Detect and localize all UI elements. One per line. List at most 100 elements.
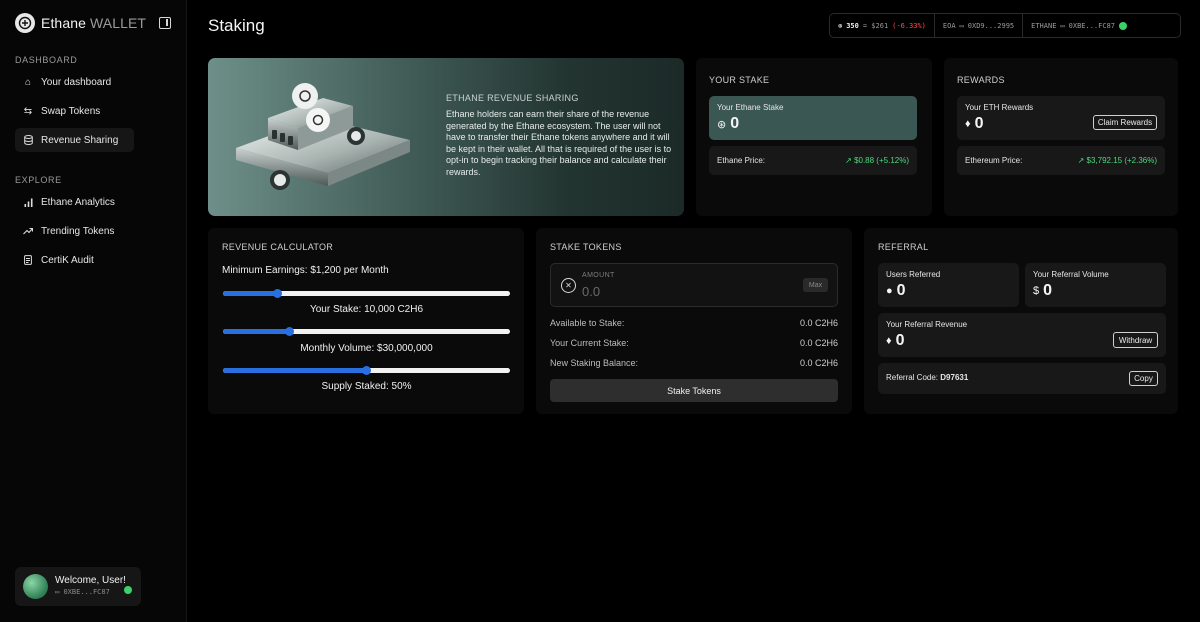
ethane-logo-icon xyxy=(15,13,35,33)
eoa-wallet-segment[interactable]: EOA ▭ 0XD9...2995 xyxy=(935,14,1024,37)
supply-staked-slider[interactable] xyxy=(223,366,510,375)
stake-tokens-title: STAKE TOKENS xyxy=(550,242,622,252)
sidebar-item-label: Trending Tokens xyxy=(41,225,115,237)
sidebar-item-trending-tokens[interactable]: Trending Tokens xyxy=(15,219,134,243)
token-price-segment[interactable]: ⊛ 350 = $261 (-6.33%) xyxy=(830,14,935,37)
token-change: (-6.33%) xyxy=(892,21,926,30)
page-title: Staking xyxy=(208,16,265,35)
hero-description: Ethane holders can earn their share of t… xyxy=(446,109,672,177)
row-label: Your Current Stake: xyxy=(550,338,629,348)
hero-title: ETHANE REVENUE SHARING xyxy=(446,93,579,103)
ethane-token-icon: ✕ xyxy=(561,278,576,293)
card-label: Your ETH Rewards xyxy=(965,103,1034,112)
ethereum-icon: ♦ xyxy=(886,335,892,347)
ethane-price-card: Ethane Price: ↗ $0.88 (+5.12%) xyxy=(709,146,917,175)
eth-rewards-card: Your ETH Rewards ♦ 0 Claim Rewards xyxy=(957,96,1165,140)
referral-code: Referral Code: D97631 xyxy=(886,373,969,382)
rewards-panel: REWARDS Your ETH Rewards ♦ 0 Claim Rewar… xyxy=(944,58,1178,216)
brand[interactable]: Ethane WALLET xyxy=(15,13,146,33)
claim-rewards-button[interactable]: Claim Rewards xyxy=(1093,115,1157,130)
wallet-topbar: ⊛ 350 = $261 (-6.33%) EOA ▭ 0XD9...2995 … xyxy=(829,13,1181,38)
monthly-volume-slider[interactable] xyxy=(223,327,510,336)
referral-title: REFERRAL xyxy=(878,242,929,252)
ethereum-price-card: Ethereum Price: ↗ $3,792.15 (+2.36%) xyxy=(957,146,1165,175)
sidebar-item-label: Ethane Analytics xyxy=(41,196,115,208)
referral-volume-card: Your Referral Volume $ 0 xyxy=(1025,263,1166,307)
your-stake-caption: Your Stake: 10,000 C2H6 xyxy=(309,304,424,315)
user-welcome: Welcome, User! xyxy=(55,575,126,586)
wallet-icon: ▭ xyxy=(959,21,964,30)
calculator-title: REVENUE CALCULATOR xyxy=(222,242,334,252)
amount-input[interactable] xyxy=(582,282,762,300)
card-value: ♦ 0 xyxy=(965,115,984,132)
row-label: New Staking Balance: xyxy=(550,358,639,368)
user-card[interactable]: Welcome, User! ▭ 0XBE...FC87 xyxy=(15,567,141,606)
current-stake-row: Your Current Stake: 0.0 C2H6 xyxy=(550,338,838,348)
sidebar-item-ethane-analytics[interactable]: Ethane Analytics xyxy=(15,190,134,214)
price-label: Ethane Price: xyxy=(717,156,766,165)
price-label: Ethereum Price: xyxy=(965,156,1023,165)
ethane-address: 0XBE...FC87 xyxy=(1068,21,1115,30)
new-staking-balance-row: New Staking Balance: 0.0 C2H6 xyxy=(550,358,838,368)
eoa-address: 0XD9...2995 xyxy=(967,21,1015,30)
sidebar-item-swap-tokens[interactable]: ⇆ Swap Tokens xyxy=(15,99,134,123)
brand-name: Ethane WALLET xyxy=(41,15,147,31)
copy-button[interactable]: Copy xyxy=(1129,371,1158,386)
your-ethane-stake-card: Your Ethane Stake ⊛ 0 xyxy=(709,96,917,140)
dollar-icon: $ xyxy=(1033,285,1040,297)
connected-status-icon xyxy=(124,586,132,594)
ethane-wallet-segment[interactable]: ETHANE ▭ 0XBE...FC87 xyxy=(1023,14,1135,37)
amount-field[interactable]: ✕ AMOUNT Max xyxy=(550,263,838,307)
row-value: 0.0 C2H6 xyxy=(799,338,838,348)
token-value: = $261 xyxy=(862,21,889,30)
your-stake-title: YOUR STAKE xyxy=(709,75,770,85)
sidebar-collapse-icon[interactable] xyxy=(159,17,171,29)
sidebar-item-label: CertiK Audit xyxy=(41,254,94,266)
sidebar-item-dashboard[interactable]: ⌂ Your dashboard xyxy=(15,70,134,94)
trending-up-icon: ↗ xyxy=(845,156,852,165)
revenue-sharing-hero: ETHANE REVENUE SHARING Ethane holders ca… xyxy=(208,58,684,216)
available-to-stake-row: Available to Stake: 0.0 C2H6 xyxy=(550,318,838,328)
max-button[interactable]: Max xyxy=(803,278,828,292)
users-referred-card: Users Referred ● 0 xyxy=(878,263,1019,307)
home-icon: ⌂ xyxy=(24,76,32,88)
ethane-token-icon: ⊛ xyxy=(838,21,843,30)
price-value: ↗ $3,792.15 (+2.36%) xyxy=(1077,156,1157,165)
supply-staked-caption: Supply Staked: 50% xyxy=(321,381,412,392)
card-label: Your Referral Revenue xyxy=(886,320,968,329)
stake-tokens-button[interactable]: Stake Tokens xyxy=(550,379,838,402)
rewards-title: REWARDS xyxy=(957,75,1005,85)
ethereum-icon: ♦ xyxy=(965,118,971,130)
row-value: 0.0 C2H6 xyxy=(799,358,838,368)
ethane-label: ETHANE xyxy=(1031,21,1057,30)
row-label: Available to Stake: xyxy=(550,318,625,328)
section-label-dashboard: DASHBOARD xyxy=(15,55,78,65)
minimum-earnings: Minimum Earnings: $1,200 per Month xyxy=(222,265,389,276)
section-label-explore: EXPLORE xyxy=(15,175,62,185)
slider-thumb[interactable] xyxy=(284,327,294,336)
monthly-volume-caption: Monthly Volume: $30,000,000 xyxy=(300,343,433,354)
card-value: ♦ 0 xyxy=(886,332,905,349)
your-stake-panel: YOUR STAKE Your Ethane Stake ⊛ 0 Ethane … xyxy=(696,58,932,216)
swap-icon: ⇆ xyxy=(23,105,33,117)
card-value: ⊛ 0 xyxy=(717,115,740,132)
slider-thumb[interactable] xyxy=(273,289,283,298)
row-value: 0.0 C2H6 xyxy=(799,318,838,328)
price-value: ↗ $0.88 (+5.12%) xyxy=(845,156,909,165)
sidebar-item-revenue-sharing[interactable]: Revenue Sharing xyxy=(15,128,134,152)
document-icon xyxy=(23,255,33,265)
sidebar: Ethane WALLET DASHBOARD ⌂ Your dashboard… xyxy=(0,0,187,622)
card-value: ● 0 xyxy=(886,282,906,299)
withdraw-button[interactable]: Withdraw xyxy=(1113,332,1158,348)
amount-label: AMOUNT xyxy=(582,272,615,279)
trending-up-icon xyxy=(23,226,33,236)
slider-thumb[interactable] xyxy=(362,366,371,375)
wallet-icon: ▭ xyxy=(55,588,60,596)
trending-up-icon: ↗ xyxy=(1077,156,1085,165)
wallet-icon: ▭ xyxy=(1060,21,1065,30)
avatar xyxy=(23,574,48,599)
your-stake-slider[interactable] xyxy=(223,289,510,298)
sidebar-item-certik-audit[interactable]: CertiK Audit xyxy=(15,248,134,272)
token-count: 350 xyxy=(846,21,859,30)
sidebar-item-label: Revenue Sharing xyxy=(41,134,119,146)
